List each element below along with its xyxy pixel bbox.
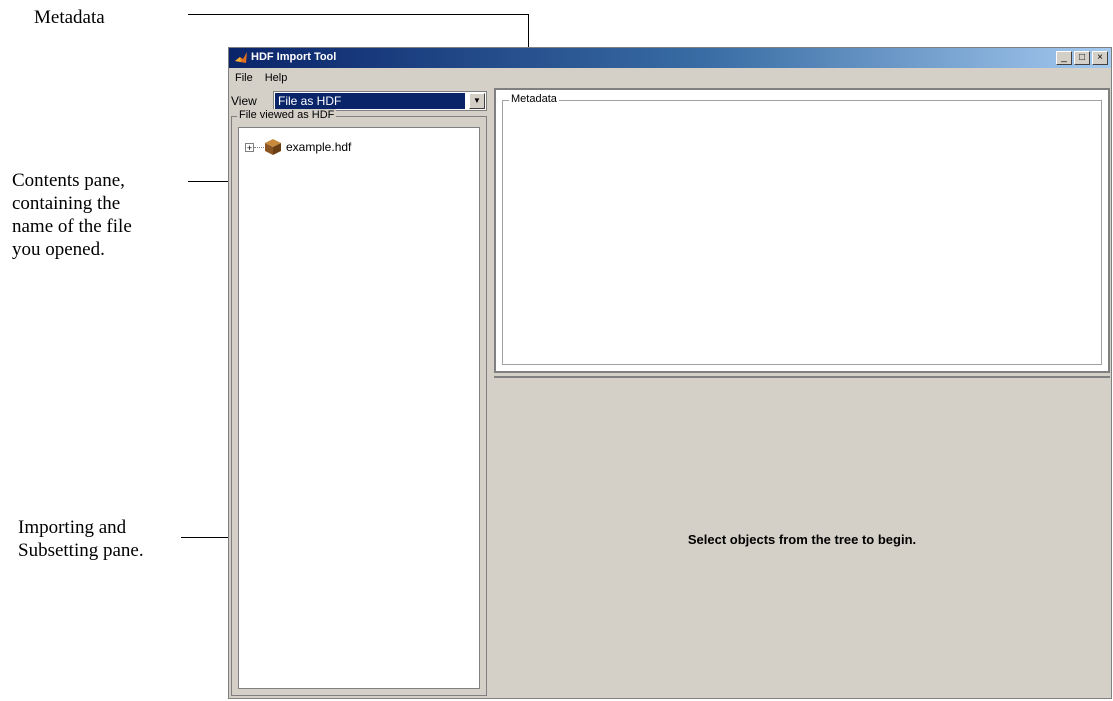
menu-help[interactable]: Help (259, 72, 294, 84)
view-label: View (231, 94, 257, 108)
tree-node-label: example.hdf (286, 140, 352, 154)
callout-line-metadata-h (188, 14, 529, 15)
metadata-group: Metadata (502, 93, 1102, 365)
callout-contents-line: you opened. (12, 239, 105, 260)
contents-pane: View File as HDF ▼ File viewed as HDF + … (231, 88, 489, 698)
view-dropdown-value: File as HDF (275, 93, 465, 109)
callout-contents-line: name of the file (12, 216, 132, 237)
tree-node-file[interactable]: + example.hdf (245, 138, 351, 156)
importing-subsetting-pane: Select objects from the tree to begin. (494, 376, 1110, 697)
metadata-pane: Metadata (494, 88, 1110, 373)
matlab-icon (235, 52, 247, 63)
callout-import-line: Subsetting pane. (18, 540, 144, 561)
view-row: View File as HDF ▼ (231, 91, 489, 111)
callout-import: Importing and Subsetting pane. (18, 516, 144, 562)
callout-contents-line: containing the (12, 193, 121, 214)
window-controls: _ □ × (1056, 51, 1108, 65)
view-dropdown[interactable]: File as HDF ▼ (273, 91, 487, 111)
expand-icon[interactable]: + (245, 142, 254, 152)
callout-contents-line: Contents pane, (12, 170, 125, 191)
metadata-legend: Metadata (509, 93, 559, 105)
tree-connector (254, 146, 264, 148)
menu-file[interactable]: File (229, 72, 259, 84)
maximize-button[interactable]: □ (1074, 51, 1090, 65)
callout-contents: Contents pane, containing the name of th… (12, 169, 132, 261)
title-bar[interactable]: HDF Import Tool _ □ × (229, 48, 1111, 68)
hdf-import-window: HDF Import Tool _ □ × File Help View Fil… (228, 47, 1112, 699)
menu-bar: File Help (229, 68, 1111, 88)
callout-import-line: Importing and (18, 517, 127, 538)
minimize-button[interactable]: _ (1056, 51, 1072, 65)
hdf-file-icon (265, 139, 281, 155)
file-tree-group: File viewed as HDF + example.hdf (231, 109, 487, 696)
import-instruction-text: Select objects from the tree to begin. (687, 532, 917, 547)
callout-metadata: Metadata (34, 7, 105, 28)
file-tree-legend: File viewed as HDF (237, 109, 337, 121)
file-tree[interactable]: + example.hdf (238, 127, 480, 689)
window-title: HDF Import Tool (251, 51, 337, 63)
chevron-down-icon[interactable]: ▼ (469, 93, 485, 109)
close-button[interactable]: × (1092, 51, 1108, 65)
